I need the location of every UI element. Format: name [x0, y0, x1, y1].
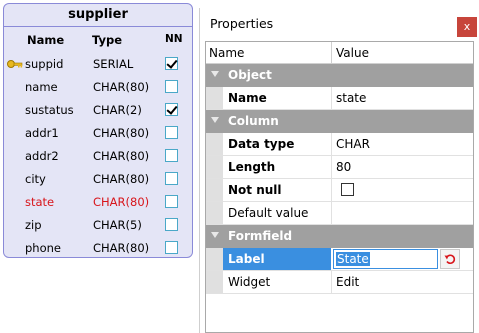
property-grid-header: Name Value — [206, 42, 473, 64]
property-row-label[interactable]: Label State — [206, 248, 473, 271]
property-label: Not null — [228, 183, 282, 197]
field-type: CHAR(80) — [93, 241, 150, 255]
field-type: CHAR(80) — [93, 195, 150, 209]
column-header-type: Type — [92, 33, 123, 47]
property-value[interactable]: CHAR — [336, 137, 370, 151]
field-name: state — [25, 195, 55, 209]
selected-text: State — [336, 252, 370, 266]
properties-title: Properties — [210, 16, 274, 31]
column-divider[interactable] — [331, 42, 332, 64]
field-row-state[interactable]: state CHAR(80) — [4, 191, 192, 213]
field-type: SERIAL — [93, 57, 134, 71]
column-divider — [331, 202, 332, 224]
property-value[interactable]: Edit — [336, 275, 359, 289]
field-row-phone[interactable]: phone CHAR(80) — [4, 237, 192, 257]
field-type: CHAR(80) — [93, 172, 150, 186]
property-label: Default value — [228, 206, 309, 220]
property-label: Name — [228, 91, 267, 105]
not-null-checkbox[interactable] — [165, 103, 178, 116]
field-row-addr1[interactable]: addr1 CHAR(80) — [4, 122, 192, 144]
property-label: Data type — [228, 137, 295, 151]
header-value[interactable]: Value — [336, 46, 369, 60]
row-gutter — [206, 87, 223, 109]
column-divider — [331, 156, 332, 178]
column-divider — [331, 133, 332, 155]
reset-button[interactable] — [440, 249, 460, 269]
not-null-checkbox[interactable] — [165, 149, 178, 162]
property-row-name[interactable]: Name state — [206, 87, 473, 110]
column-header-name: Name — [27, 33, 65, 47]
close-icon: x — [463, 20, 471, 33]
field-name: city — [25, 172, 46, 186]
row-gutter — [206, 202, 223, 224]
field-name: zip — [25, 218, 42, 232]
not-null-checkbox[interactable] — [165, 172, 178, 185]
column-divider — [331, 87, 332, 109]
key-icon — [7, 60, 23, 68]
row-gutter — [206, 179, 223, 201]
field-type: CHAR(80) — [93, 80, 150, 94]
field-name: phone — [25, 241, 61, 255]
properties-titlebar[interactable]: Properties x — [200, 8, 479, 40]
property-value[interactable]: state — [336, 91, 366, 105]
property-row-default-value[interactable]: Default value — [206, 202, 473, 225]
category-object[interactable]: Object — [206, 64, 473, 87]
field-name: addr2 — [25, 149, 59, 163]
not-null-checkbox[interactable] — [341, 183, 354, 196]
collapse-caret-icon[interactable] — [211, 71, 219, 77]
property-label: Label — [228, 252, 265, 266]
category-column[interactable]: Column — [206, 110, 473, 133]
properties-panel: Properties x Name Value Object Name stat… — [199, 8, 479, 333]
column-header-nn: NN — [165, 33, 183, 45]
field-name: sustatus — [25, 103, 74, 117]
row-gutter — [206, 271, 223, 293]
field-name: name — [25, 80, 58, 94]
property-label: Widget — [228, 275, 271, 289]
field-row-city[interactable]: city CHAR(80) — [4, 168, 192, 190]
not-null-checkbox[interactable] — [165, 57, 178, 70]
field-type: CHAR(80) — [93, 126, 150, 140]
not-null-checkbox[interactable] — [165, 80, 178, 93]
field-name: addr1 — [25, 126, 59, 140]
field-row-name[interactable]: name CHAR(80) — [4, 76, 192, 98]
property-row-widget[interactable]: Widget Edit — [206, 271, 473, 294]
supplier-table-box[interactable]: supplier Name Type NN suppid SERIAL name… — [3, 3, 193, 258]
collapse-caret-icon[interactable] — [211, 232, 219, 238]
field-row-sustatus[interactable]: sustatus CHAR(2) — [4, 99, 192, 121]
field-type: CHAR(80) — [93, 149, 150, 163]
table-title: supplier — [68, 7, 128, 22]
field-name: suppid — [25, 57, 64, 71]
property-row-data-type[interactable]: Data type CHAR — [206, 133, 473, 156]
field-row-zip[interactable]: zip CHAR(5) — [4, 214, 192, 236]
field-row-addr2[interactable]: addr2 CHAR(80) — [4, 145, 192, 167]
category-label: Object — [228, 68, 272, 82]
property-row-length[interactable]: Length 80 — [206, 156, 473, 179]
property-grid: Name Value Object Name state Column Data… — [205, 41, 474, 333]
header-name[interactable]: Name — [209, 46, 244, 60]
not-null-checkbox[interactable] — [165, 195, 178, 208]
row-gutter — [206, 133, 223, 155]
collapse-caret-icon[interactable] — [211, 117, 219, 123]
row-gutter — [206, 248, 223, 270]
label-edit-input[interactable]: State — [333, 249, 438, 269]
field-type: CHAR(2) — [93, 103, 142, 117]
property-label: Length — [228, 160, 276, 174]
column-divider — [331, 179, 332, 201]
not-null-checkbox[interactable] — [165, 218, 178, 231]
field-row-suppid[interactable]: suppid SERIAL — [4, 53, 192, 75]
category-label: Formfield — [228, 229, 293, 243]
title-divider — [4, 26, 192, 27]
property-row-not-null[interactable]: Not null — [206, 179, 473, 202]
field-type: CHAR(5) — [93, 218, 142, 232]
close-button[interactable]: x — [457, 17, 477, 37]
category-formfield[interactable]: Formfield — [206, 225, 473, 248]
not-null-checkbox[interactable] — [165, 126, 178, 139]
category-label: Column — [228, 114, 279, 128]
property-value[interactable]: 80 — [336, 160, 351, 174]
undo-icon — [444, 254, 456, 264]
not-null-checkbox[interactable] — [165, 241, 178, 254]
column-divider — [331, 271, 332, 293]
row-gutter — [206, 156, 223, 178]
